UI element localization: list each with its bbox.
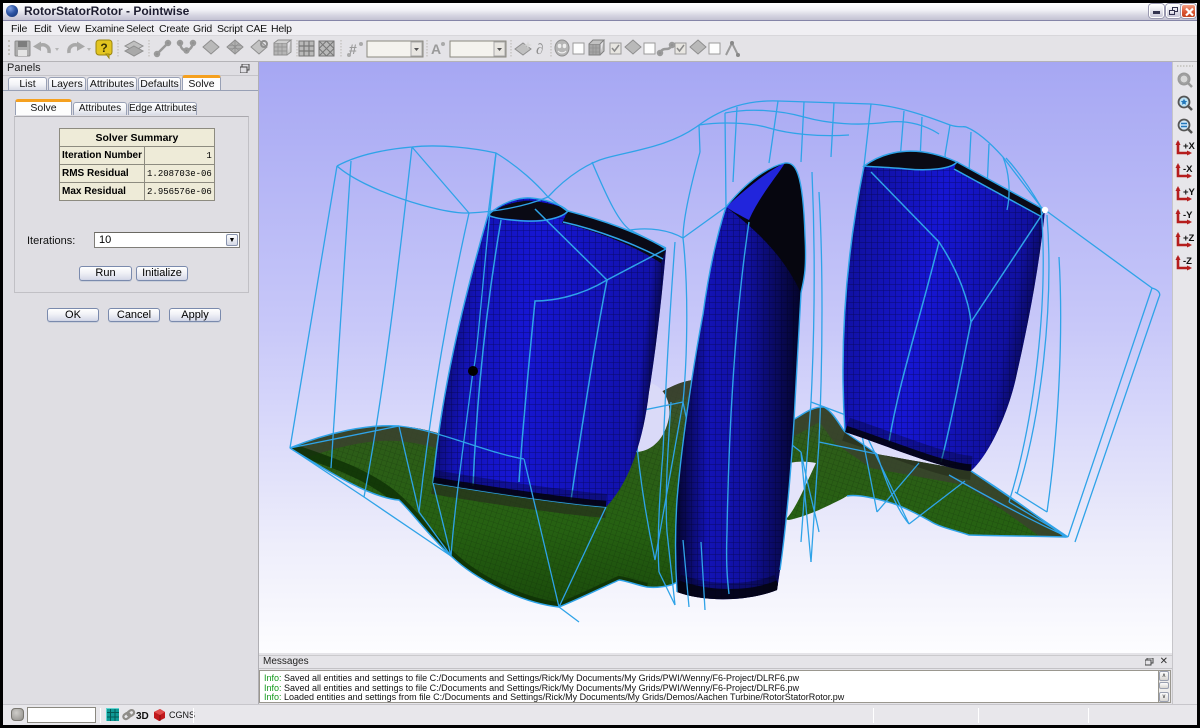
svg-text:A: A: [431, 41, 441, 57]
svg-text:3D: 3D: [136, 711, 149, 722]
svg-text:?: ?: [100, 41, 107, 55]
svg-text:-X: -X: [1183, 164, 1193, 175]
svg-text:+X: +X: [1183, 141, 1196, 152]
svg-text:-Z: -Z: [1183, 256, 1192, 267]
svg-text:+Y: +Y: [1183, 187, 1196, 198]
svg-text:CGNS: CGNS: [169, 710, 195, 720]
svg-text:+Z: +Z: [1183, 233, 1195, 244]
svg-text:∂: ∂: [536, 42, 543, 58]
svg-text:-Y: -Y: [1183, 210, 1193, 221]
